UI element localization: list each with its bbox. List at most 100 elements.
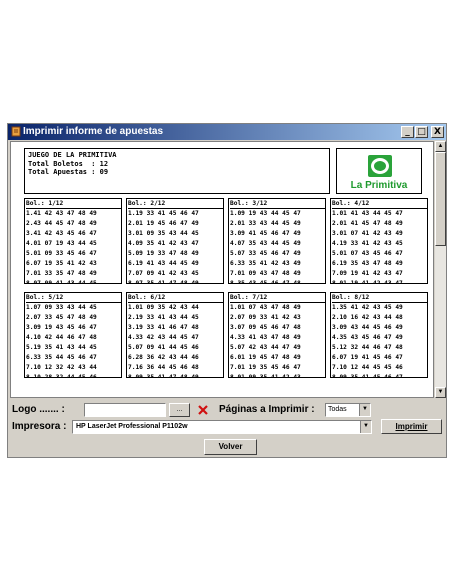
- header-line: JUEGO DE LA PRIMITIVA: [28, 151, 117, 159]
- ticket-line: 5.12 32 44 46 47 48: [332, 344, 403, 351]
- scroll-up-icon[interactable]: ▲: [435, 141, 446, 152]
- maximize-button[interactable]: □: [415, 126, 428, 138]
- ticket-line: 7.16 36 44 45 46 48: [128, 364, 199, 371]
- report-preview: JUEGO DE LA PRIMITIVA Total Boletos : 12…: [10, 141, 434, 398]
- logo-label: Logo ....... :: [12, 404, 65, 415]
- ticket-line: 4.10 42 44 46 47 48: [26, 334, 97, 341]
- ticket-line: 7.09 19 41 42 43 47: [332, 270, 403, 277]
- ticket-line: 3.01 09 35 43 44 45: [128, 230, 199, 237]
- browse-button[interactable]: ...: [169, 403, 190, 417]
- printer-select[interactable]: HP LaserJet Professional P1102w ▼: [72, 420, 372, 434]
- ticket-box: Bol.: 6/12 1.01 09 35 42 43 44 2.19 33 41 …: [126, 292, 224, 378]
- ticket-line: 1.35 41 42 43 45 49: [332, 304, 403, 311]
- ticket-line: 8.09 35 41 45 46 47: [332, 374, 403, 378]
- ticket-line: 2.07 33 45 47 48 49: [26, 314, 97, 321]
- ticket-line: 8.10 28 32 44 45 46: [26, 374, 97, 378]
- ticket-box: Bol.: 3/12 1.09 19 43 44 45 47 2.01 33 43 …: [228, 198, 326, 284]
- ticket-line: 7.01 33 35 47 48 49: [26, 270, 97, 277]
- close-button[interactable]: X: [431, 126, 444, 138]
- ticket-box: Bol.: 8/12 1.35 41 42 43 45 49 2.10 16 42 …: [330, 292, 428, 378]
- ticket-line: 3.41 42 43 45 46 47: [26, 230, 97, 237]
- delete-x-icon[interactable]: [196, 403, 210, 417]
- header-line: Total Apuestas : 09: [28, 168, 109, 176]
- ticket-box: Bol.: 1/12 1.41 42 43 47 48 49 2.43 44 45 …: [24, 198, 122, 284]
- ticket-line: 1.41 42 43 47 48 49: [26, 210, 97, 217]
- ticket-line: 2.01 33 43 44 45 49: [230, 220, 301, 227]
- scroll-thumb[interactable]: [435, 152, 446, 246]
- window-title: Imprimir informe de apuestas: [23, 126, 164, 137]
- ticket-line: 5.07 09 41 44 45 46: [128, 344, 199, 351]
- ticket-box: Bol.: 5/12 1.07 09 33 43 44 45 2.07 33 45 …: [24, 292, 122, 378]
- print-report-window: Imprimir informe de apuestas _ □ X JUEGO…: [7, 123, 447, 458]
- chevron-down-icon[interactable]: ▼: [359, 404, 370, 416]
- ticket-title: Bol.: 5/12: [26, 293, 121, 303]
- ticket-line: 1.01 09 35 42 43 44: [128, 304, 199, 311]
- report-header: JUEGO DE LA PRIMITIVA Total Boletos : 12…: [24, 148, 330, 194]
- ticket-box: Bol.: 2/12 1.19 33 41 45 46 47 2.01 19 45 …: [126, 198, 224, 284]
- minimize-button[interactable]: _: [401, 126, 414, 138]
- ticket-title: Bol.: 8/12: [332, 293, 427, 303]
- ticket-line: 7.10 12 32 42 43 44: [26, 364, 97, 371]
- scroll-down-icon[interactable]: ▼: [435, 387, 446, 398]
- ticket-line: 8.35 43 45 46 47 48: [230, 280, 301, 284]
- ticket-box: Bol.: 4/12 1.01 41 43 44 45 47 2.01 41 45 …: [330, 198, 428, 284]
- ticket-title: Bol.: 4/12: [332, 199, 427, 209]
- title-bar: Imprimir informe de apuestas _ □ X: [8, 124, 446, 140]
- ticket-line: 1.07 09 33 43 44 45: [26, 304, 97, 311]
- ticket-line: 4.19 33 41 42 43 45: [332, 240, 403, 247]
- ticket-line: 6.28 36 42 43 44 46: [128, 354, 199, 361]
- ticket-line: 3.09 41 45 46 47 49: [230, 230, 301, 237]
- ticket-line: 4.07 35 43 44 45 49: [230, 240, 301, 247]
- ticket-line: 8.01 09 35 41 42 43: [230, 374, 301, 378]
- ticket-line: 6.33 35 44 45 46 47: [26, 354, 97, 361]
- ticket-line: 7.01 09 43 47 48 49: [230, 270, 301, 277]
- ticket-line: 3.09 19 43 45 46 47: [26, 324, 97, 331]
- ticket-line: 4.09 35 41 42 43 47: [128, 240, 199, 247]
- logo-text: La Primitiva: [350, 180, 408, 191]
- ticket-line: 5.01 09 33 45 46 47: [26, 250, 97, 257]
- ticket-line: 3.09 43 44 45 46 49: [332, 324, 403, 331]
- ticket-title: Bol.: 7/12: [230, 293, 325, 303]
- ticket-line: 4.33 42 43 44 45 47: [128, 334, 199, 341]
- ticket-box: Bol.: 7/12 1.01 07 43 47 48 49 2.07 09 33 …: [228, 292, 326, 378]
- ticket-line: 3.19 33 41 46 47 48: [128, 324, 199, 331]
- primitiva-logo: La Primitiva: [336, 148, 422, 194]
- ticket-line: 1.09 19 43 44 45 47: [230, 210, 301, 217]
- ticket-title: Bol.: 6/12: [128, 293, 223, 303]
- logo-path-input[interactable]: [84, 403, 166, 417]
- ticket-line: 6.07 19 35 41 42 43: [26, 260, 97, 267]
- ticket-line: 7.10 12 44 45 45 46: [332, 364, 403, 371]
- ticket-line: 5.19 35 41 43 44 45: [26, 344, 97, 351]
- ticket-line: 6.19 35 43 47 48 49: [332, 260, 403, 267]
- back-button[interactable]: Volver: [204, 439, 257, 455]
- ticket-line: 1.19 33 41 45 46 47: [128, 210, 199, 217]
- ticket-line: 6.01 19 45 47 48 49: [230, 354, 301, 361]
- print-button[interactable]: Imprimir: [381, 419, 442, 434]
- app-icon: [11, 126, 21, 137]
- ticket-title: Bol.: 3/12: [230, 199, 325, 209]
- header-line: Total Boletos : 12: [28, 159, 109, 168]
- ticket-line: 5.09 19 33 47 48 49: [128, 250, 199, 257]
- pages-select[interactable]: Todas ▼: [325, 403, 371, 417]
- ticket-line: 5.07 42 43 44 47 49: [230, 344, 301, 351]
- ticket-line: 2.07 09 33 41 42 43: [230, 314, 301, 321]
- chevron-down-icon[interactable]: ▼: [360, 421, 371, 433]
- printer-label: Impresora :: [12, 421, 67, 432]
- ticket-line: 6.33 35 41 42 43 49: [230, 260, 301, 267]
- ticket-line: 7.07 09 41 42 43 45: [128, 270, 199, 277]
- ticket-line: 8.07 09 41 43 44 45: [26, 280, 97, 284]
- ticket-line: 5.07 33 45 46 47 49: [230, 250, 301, 257]
- ticket-line: 8.07 35 41 47 48 49: [128, 280, 199, 284]
- ticket-line: 8.01 19 41 42 43 47: [332, 280, 403, 284]
- ticket-title: Bol.: 1/12: [26, 199, 121, 209]
- ticket-line: 2.10 16 42 43 44 48: [332, 314, 403, 321]
- ticket-line: 2.43 44 45 47 48 49: [26, 220, 97, 227]
- logo-emblem: [368, 155, 392, 177]
- ticket-line: 4.01 07 19 43 44 45: [26, 240, 97, 247]
- ticket-line: 1.01 07 43 47 48 49: [230, 304, 301, 311]
- ticket-line: 4.35 43 45 46 47 49: [332, 334, 403, 341]
- ticket-line: 2.01 19 45 46 47 49: [128, 220, 199, 227]
- pages-label: Páginas a Imprimir :: [219, 404, 315, 415]
- vertical-scrollbar[interactable]: ▲ ▼: [435, 141, 446, 398]
- ticket-line: 6.19 41 43 44 45 49: [128, 260, 199, 267]
